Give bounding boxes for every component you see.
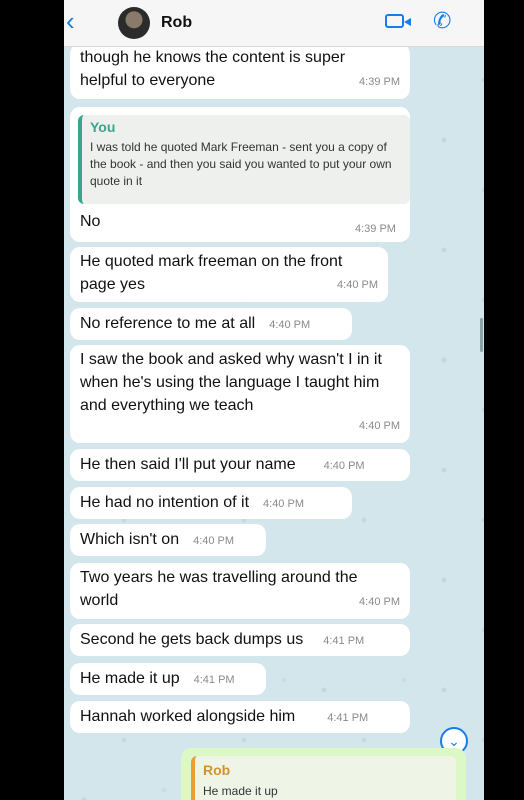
back-icon[interactable]: ‹: [66, 8, 75, 34]
message-time: 4:41 PM: [193, 674, 235, 686]
reply-author: Rob: [203, 762, 231, 778]
reply-text: He made it up: [203, 784, 278, 798]
reply-author: You: [90, 119, 116, 135]
message-line: Hannah worked alongside him 4:41 PM: [70, 701, 410, 730]
message-text: Which isn't on: [80, 531, 180, 548]
message-text: Hannah worked alongside him: [80, 708, 296, 725]
message-time: 4:40 PM: [359, 596, 400, 608]
phone-icon[interactable]: ✆: [433, 8, 451, 34]
message-time: 4:41 PM: [327, 712, 369, 724]
message-time: 4:40 PM: [359, 420, 400, 432]
message-time: 4:40 PM: [337, 279, 378, 291]
message-bubble[interactable]: He then said I'll put your name 4:40 PM: [70, 449, 410, 481]
message-text: Second he gets back dumps us: [80, 631, 304, 648]
message-line: He made it up 4:41 PM: [70, 663, 266, 692]
message-bubble[interactable]: He had no intention of it 4:40 PM: [70, 487, 352, 519]
scrollbar[interactable]: [480, 318, 483, 352]
message-line: No reference to me at all 4:40 PM: [70, 308, 352, 337]
reply-quote[interactable]: You I was told he quoted Mark Freeman - …: [78, 115, 410, 204]
message-text: He then said I'll put your name: [80, 456, 296, 473]
message-bubble[interactable]: He quoted mark freeman on the front page…: [70, 247, 388, 302]
message-text: He made it up: [80, 670, 180, 687]
message-bubble[interactable]: I saw the book and asked why wasn't I in…: [70, 345, 410, 443]
message-text: He had no intention of it: [80, 494, 250, 511]
message-bubble[interactable]: Second he gets back dumps us 4:41 PM: [70, 624, 410, 656]
message-time: 4:40 PM: [193, 535, 235, 547]
message-bubble[interactable]: Hannah worked alongside him 4:41 PM: [70, 701, 410, 733]
chat-header: ‹ Rob ✆: [64, 0, 484, 47]
message-bubble[interactable]: Which isn't on 4:40 PM: [70, 524, 266, 556]
reply-quote[interactable]: Rob He made it up: [191, 756, 456, 800]
message-time: 4:39 PM: [359, 76, 400, 88]
outgoing-message-bubble[interactable]: Rob He made it up: [181, 748, 466, 800]
message-text: No: [80, 213, 101, 230]
message-line: He had no intention of it 4:40 PM: [70, 487, 352, 516]
message-bubble[interactable]: though he knows the content is super hel…: [70, 44, 410, 99]
message-time: 4:41 PM: [323, 635, 365, 647]
message-bubble[interactable]: Two years he was travelling around the w…: [70, 563, 410, 619]
message-time: 4:39 PM: [355, 223, 396, 235]
message-line: He then said I'll put your name 4:40 PM: [70, 449, 410, 478]
message-time: 4:40 PM: [323, 460, 365, 472]
message-line: Which isn't on 4:40 PM: [70, 524, 266, 553]
message-bubble[interactable]: No reference to me at all 4:40 PM: [70, 308, 352, 340]
message-bubble[interactable]: He made it up 4:41 PM: [70, 663, 266, 695]
message-time: 4:40 PM: [263, 498, 304, 510]
video-call-icon[interactable]: [385, 14, 411, 28]
message-line: Second he gets back dumps us 4:41 PM: [70, 624, 410, 653]
message-text: No reference to me at all: [80, 315, 256, 332]
avatar[interactable]: [118, 7, 150, 39]
message-time: 4:40 PM: [269, 319, 311, 331]
chat-screen: ‹ Rob ✆ though he knows the content is s…: [64, 0, 484, 800]
reply-text: I was told he quoted Mark Freeman - sent…: [90, 140, 392, 188]
message-text: I saw the book and asked why wasn't I in…: [80, 351, 382, 414]
contact-name[interactable]: Rob: [161, 14, 192, 32]
